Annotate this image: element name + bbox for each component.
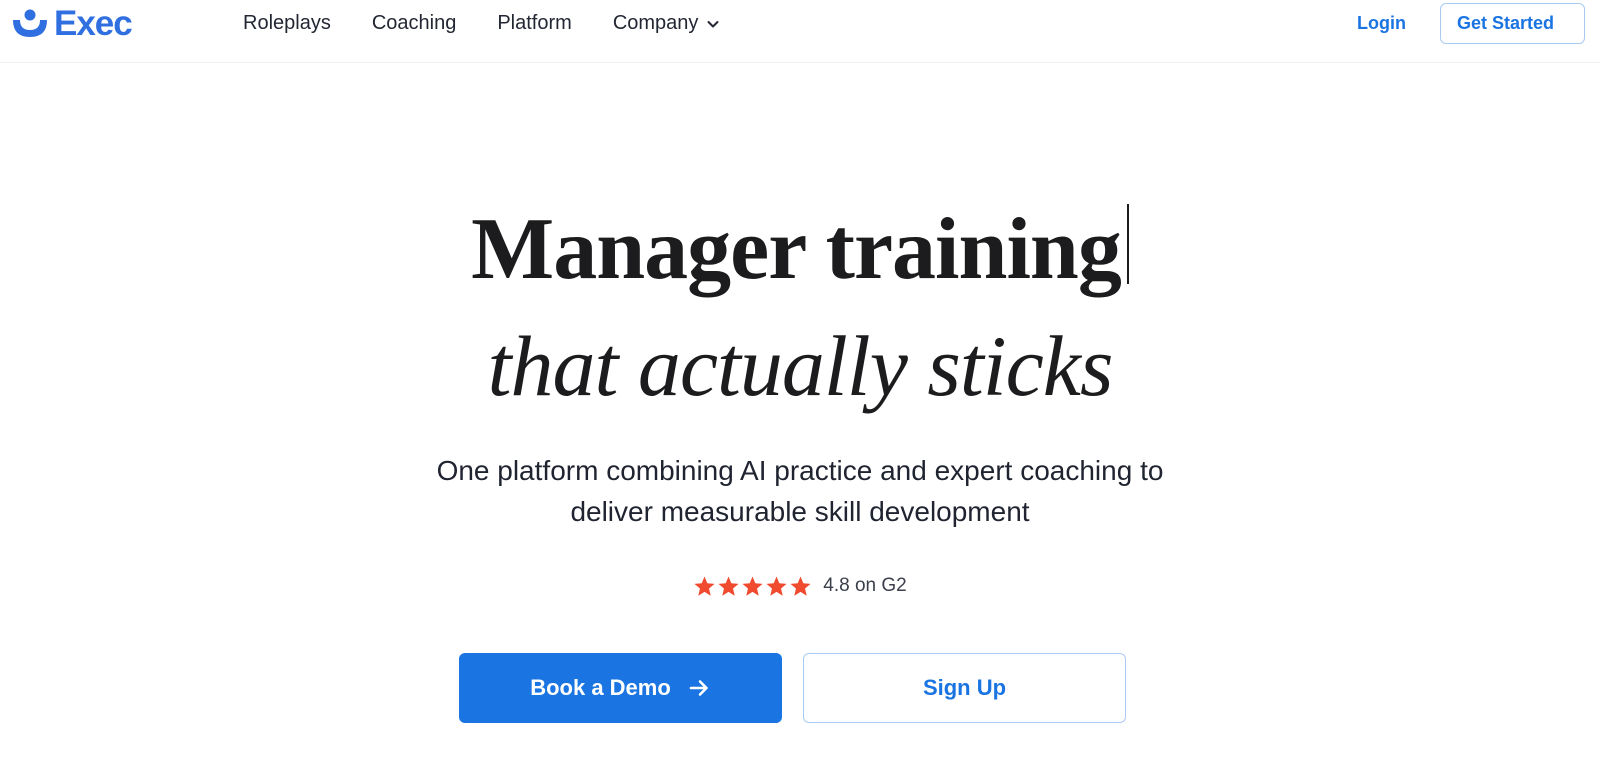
typing-caret <box>1126 204 1129 284</box>
star-icon <box>742 575 763 596</box>
rating-text: 4.8 on G2 <box>823 575 907 596</box>
arrow-right-icon <box>689 680 708 696</box>
nav-item-coaching[interactable]: Coaching <box>372 10 457 36</box>
star-icon <box>718 575 739 596</box>
smile-icon <box>13 9 47 37</box>
get-started-button[interactable]: Get Started <box>1440 3 1585 44</box>
hero-subtitle: One platform combining AI practice and e… <box>300 450 1300 532</box>
chevron-down-icon <box>707 21 719 28</box>
nav-item-roleplays[interactable]: Roleplays <box>243 10 331 36</box>
logo-link[interactable]: Exec <box>10 4 133 44</box>
login-link[interactable]: Login <box>1357 11 1406 35</box>
nav-item-company-label: Company <box>612 12 699 34</box>
hero-subtitle-line2: deliver measurable skill development <box>570 496 1030 527</box>
hero-headline-line1: Manager training <box>471 201 1122 298</box>
nav-item-company[interactable]: Company <box>613 10 721 36</box>
book-demo-button[interactable]: Book a Demo <box>459 653 782 723</box>
sign-up-button[interactable]: Sign Up <box>803 653 1126 723</box>
rating-stars <box>693 575 813 598</box>
nav-item-platform[interactable]: Platform <box>497 10 571 36</box>
hero-headline-line2: that actually sticks <box>487 318 1114 414</box>
main-nav: Roleplays Coaching Platform Company <box>243 10 761 36</box>
star-icon <box>694 575 715 596</box>
logo-text: Exec <box>54 4 133 43</box>
hero-subtitle-line1: One platform combining AI practice and e… <box>436 455 1164 486</box>
star-icon <box>790 575 811 596</box>
page: Exec Roleplays Coaching Platform Company… <box>0 0 1600 758</box>
site-header: Exec Roleplays Coaching Platform Company… <box>0 0 1600 63</box>
star-icon <box>766 575 787 596</box>
g2-rating: 4.8 on G2 <box>0 574 1600 598</box>
hero-headline: Manager training <box>0 200 1600 300</box>
book-demo-label: Book a Demo <box>530 675 671 700</box>
